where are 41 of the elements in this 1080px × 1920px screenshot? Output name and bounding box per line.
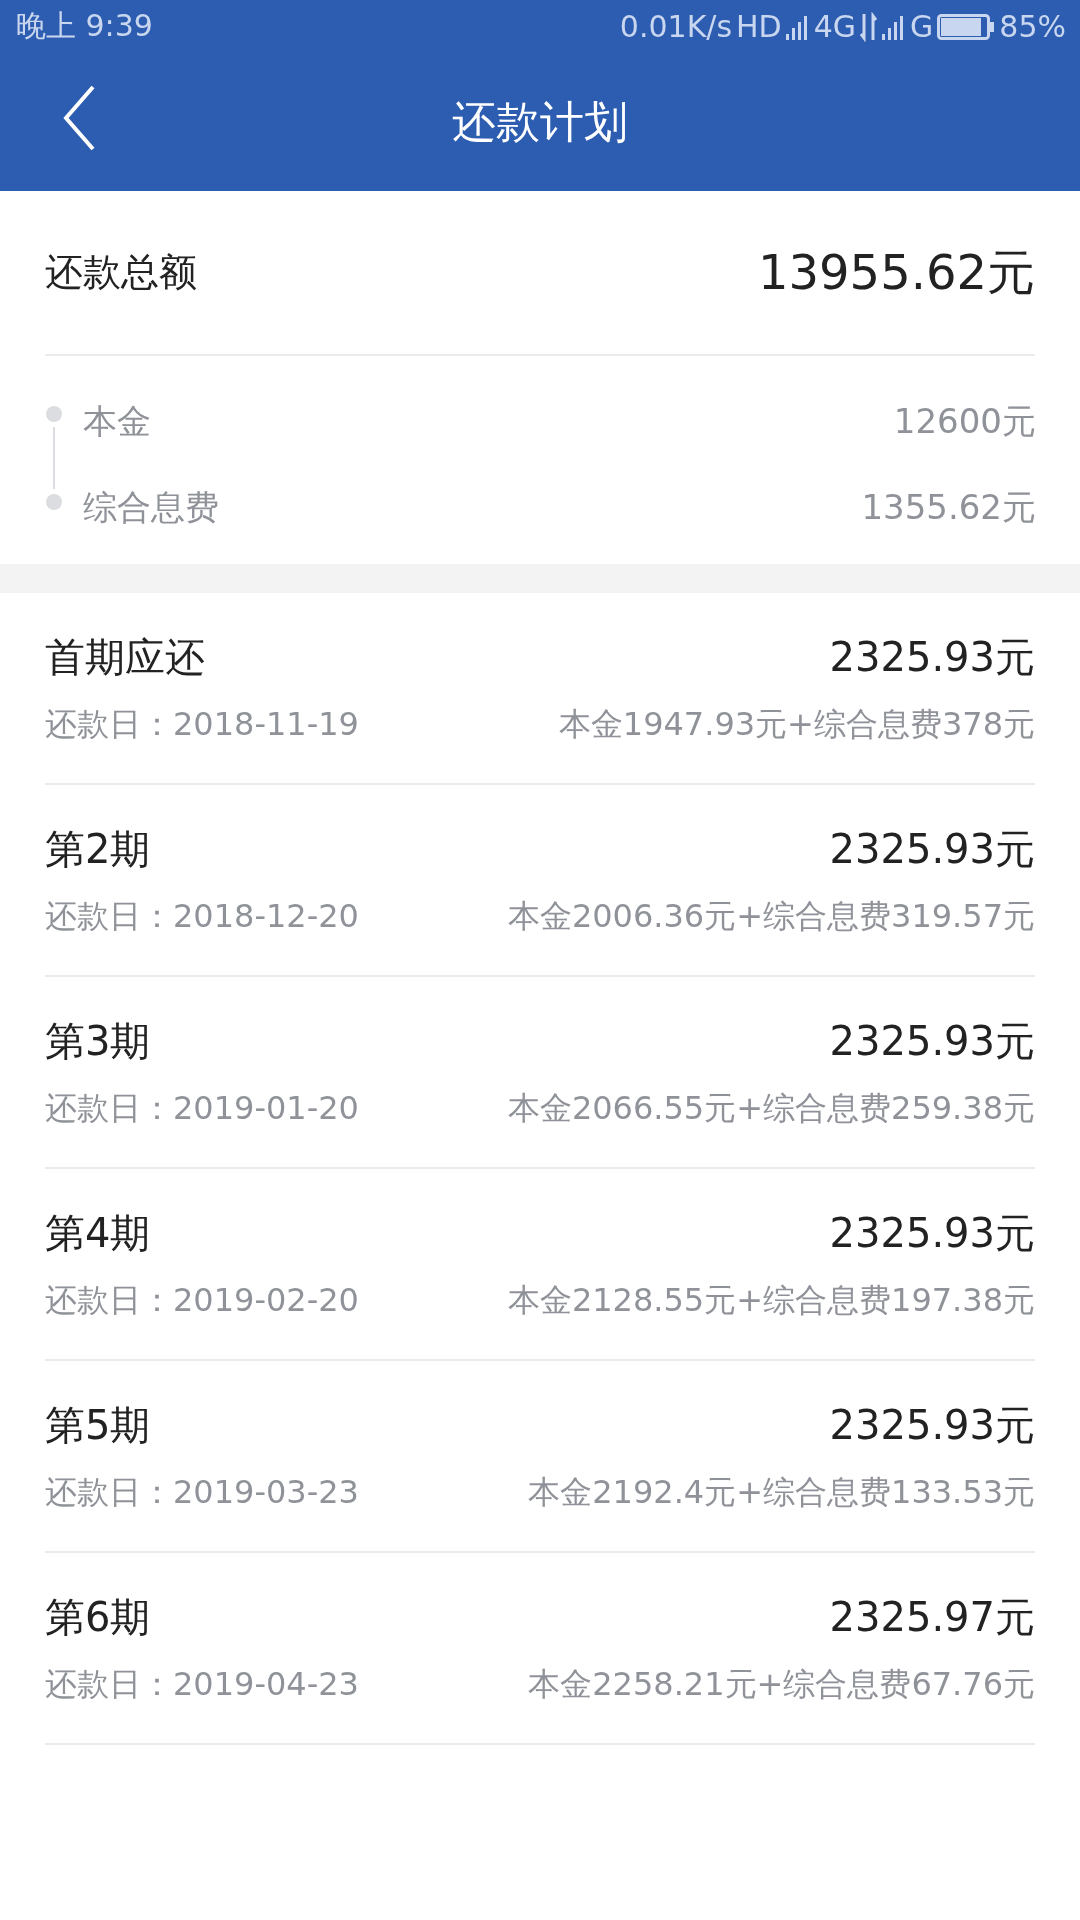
network-type: G bbox=[910, 9, 934, 44]
due-date: 还款日：2019-01-20 bbox=[45, 1087, 359, 1129]
breakdown-label: 本金 bbox=[83, 400, 151, 443]
breakdown-label: 综合息费 bbox=[83, 486, 219, 529]
network-type: 4G bbox=[813, 9, 857, 44]
page-title: 还款计划 bbox=[452, 94, 628, 149]
network-speed: 0.01K/s bbox=[619, 9, 733, 44]
breakdown-amount: 12600元 bbox=[893, 400, 1036, 443]
clock-time: 晚上 9:39 bbox=[16, 7, 153, 45]
amount-breakdown: 本金2006.36元+综合息费319.57元 bbox=[507, 895, 1035, 937]
installment-title: 第2期 bbox=[45, 824, 151, 874]
data-arrows-icon bbox=[860, 11, 879, 42]
battery-icon bbox=[937, 13, 996, 40]
installment-amount: 2325.93元 bbox=[829, 1400, 1035, 1450]
due-date: 还款日：2018-11-19 bbox=[45, 703, 359, 745]
installment-title: 首期应还 bbox=[45, 632, 205, 682]
breakdown-amount: 1355.62元 bbox=[861, 486, 1036, 529]
due-date: 还款日：2018-12-20 bbox=[45, 895, 359, 937]
due-date: 还款日：2019-03-23 bbox=[45, 1471, 359, 1513]
total-label: 还款总额 bbox=[45, 249, 197, 296]
installment-amount: 2325.93元 bbox=[829, 1016, 1035, 1066]
amount-breakdown: 本金2066.55元+综合息费259.38元 bbox=[507, 1087, 1035, 1129]
installment-amount: 2325.93元 bbox=[829, 1208, 1035, 1258]
due-date: 还款日：2019-04-23 bbox=[45, 1663, 359, 1705]
amount-breakdown: 本金2258.21元+综合息费67.76元 bbox=[528, 1663, 1035, 1705]
installment-title: 第3期 bbox=[45, 1016, 151, 1066]
due-date: 还款日：2019-02-20 bbox=[45, 1279, 359, 1321]
signal-icon bbox=[785, 13, 810, 40]
installment-title: 第5期 bbox=[45, 1400, 151, 1450]
timeline-icon bbox=[45, 405, 63, 511]
installment-amount: 2325.97元 bbox=[829, 1592, 1035, 1642]
installment-amount: 2325.93元 bbox=[829, 632, 1035, 682]
amount-breakdown: 本金1947.93元+综合息费378元 bbox=[558, 703, 1035, 745]
battery-percent: 85% bbox=[999, 9, 1066, 44]
amount-breakdown: 本金2192.4元+综合息费133.53元 bbox=[528, 1471, 1035, 1513]
total-amount: 13955.62元 bbox=[757, 242, 1035, 302]
hd-label: HD bbox=[736, 9, 782, 44]
installment-title: 第6期 bbox=[45, 1592, 151, 1642]
amount-breakdown: 本金2128.55元+综合息费197.38元 bbox=[507, 1279, 1035, 1321]
installment-title: 第4期 bbox=[45, 1208, 151, 1258]
installment-amount: 2325.93元 bbox=[829, 824, 1035, 874]
